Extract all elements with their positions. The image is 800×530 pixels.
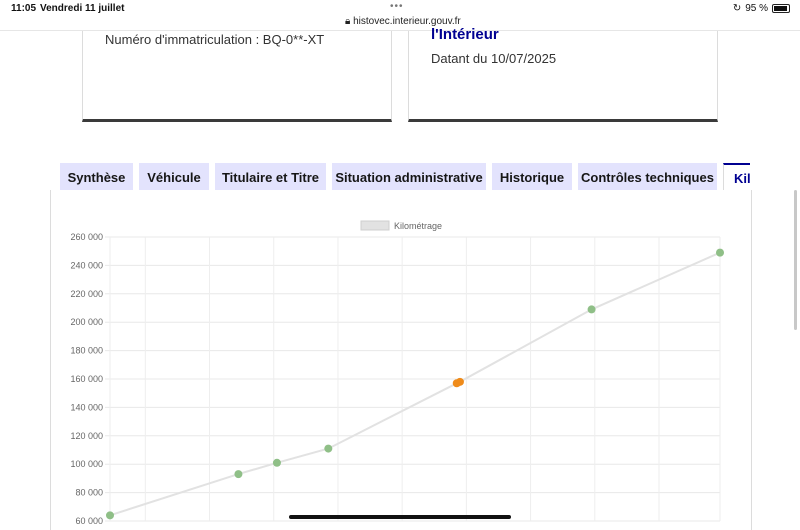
registration-card: Numéro d'immatriculation : BQ-0**-XT — [82, 31, 392, 122]
source-card: l'Intérieur Datant du 10/07/2025 — [408, 26, 718, 122]
tab-historique[interactable]: Historique — [492, 163, 572, 190]
battery-icon — [772, 4, 790, 13]
status-time: 11:05 — [11, 3, 37, 14]
source-title: l'Intérieur — [431, 26, 499, 43]
tab-synthese[interactable]: Synthèse — [60, 163, 133, 190]
more-dots-icon[interactable]: ••• — [390, 1, 404, 12]
tab-vehicule[interactable]: Véhicule — [139, 163, 209, 190]
scrollbar[interactable] — [794, 190, 797, 330]
source-date: Datant du 10/07/2025 — [431, 51, 557, 66]
tab-kilometrage[interactable]: Kilométrage — [723, 163, 750, 190]
orientation-lock-icon: ↻ — [732, 3, 742, 14]
home-indicator[interactable] — [289, 515, 511, 519]
status-right: ↻ 95 % — [733, 3, 790, 14]
battery-fill — [774, 6, 788, 11]
tab-controles-techniques[interactable]: Contrôles techniques — [578, 163, 717, 190]
registration-number: Numéro d'immatriculation : BQ-0**-XT — [105, 32, 325, 47]
mileage-panel — [50, 190, 752, 530]
tab-titulaire[interactable]: Titulaire et Titre — [215, 163, 326, 190]
status-date: Vendredi 11 juillet — [40, 3, 125, 14]
lock-icon: 🔒︎ — [345, 16, 351, 27]
tab-situation-administrative[interactable]: Situation administrative — [332, 163, 486, 190]
battery-percent: 95 % — [745, 3, 768, 14]
tab-bar: Synthèse Véhicule Titulaire et Titre Sit… — [60, 163, 750, 190]
